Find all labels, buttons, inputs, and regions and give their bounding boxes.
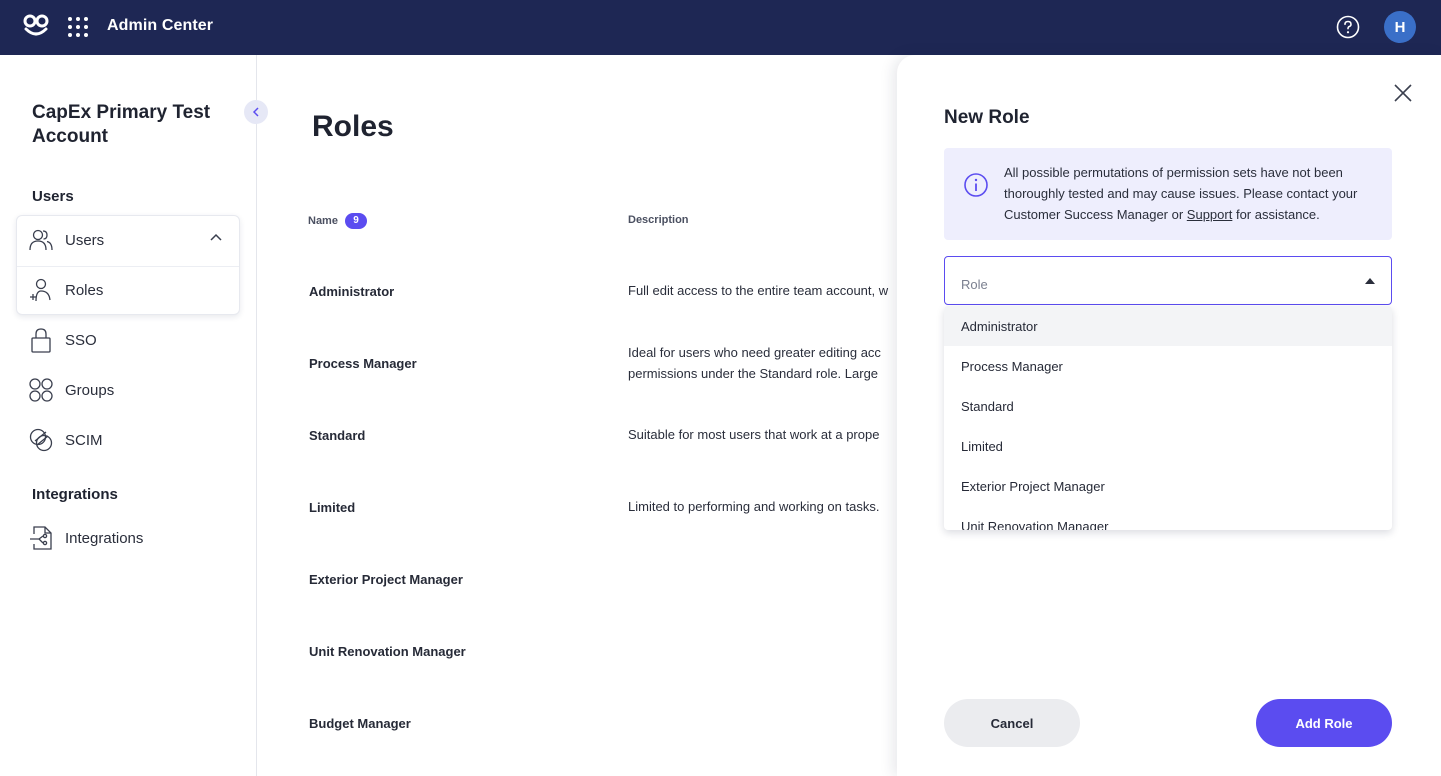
role-description: Full edit access to the entire team acco…: [628, 283, 889, 298]
column-header-name[interactable]: Name 9: [308, 213, 367, 229]
roles-icon: [28, 277, 54, 303]
chevron-left-icon: [252, 107, 259, 117]
sidebar-item-groups[interactable]: Groups: [16, 367, 240, 413]
top-bar: Admin Center H: [0, 0, 1441, 55]
role-description: permissions under the Standard role. Lar…: [628, 366, 879, 381]
add-role-button[interactable]: Add Role: [1256, 699, 1392, 747]
dropdown-option[interactable]: Process Manager: [944, 346, 1392, 386]
info-banner: All possible permutations of permission …: [944, 148, 1392, 240]
role-description: Ideal for users who need greater editing…: [628, 345, 881, 360]
avatar[interactable]: H: [1384, 11, 1416, 43]
role-dropdown-menu: Administrator Process Manager Standard L…: [944, 306, 1392, 530]
dropdown-option[interactable]: Exterior Project Manager: [944, 466, 1392, 506]
dropdown-option[interactable]: Limited: [944, 426, 1392, 466]
account-name: CapEx Primary Test Account: [32, 102, 211, 147]
sidebar-item-label: SSO: [65, 331, 97, 349]
dropdown-option[interactable]: Unit Renovation Manager: [944, 506, 1392, 531]
help-icon[interactable]: [1336, 15, 1360, 39]
integrations-icon: [28, 525, 54, 551]
column-header-label: Name: [308, 215, 338, 227]
info-text-tail: for assistance.: [1232, 207, 1320, 222]
close-icon[interactable]: [1391, 81, 1415, 105]
info-icon: [964, 173, 988, 197]
new-role-drawer: New Role All possible permutations of pe…: [897, 55, 1441, 776]
info-text: All possible permutations of permission …: [1004, 162, 1376, 225]
sidebar: CapEx Primary Test Account Users Users R…: [0, 55, 257, 776]
dropdown-option[interactable]: Administrator: [944, 306, 1392, 346]
logo-icon[interactable]: [22, 14, 50, 38]
sidebar-item-integrations[interactable]: Integrations: [16, 515, 240, 561]
cancel-button[interactable]: Cancel: [944, 699, 1080, 747]
sidebar-item-roles[interactable]: Roles: [16, 267, 240, 313]
sidebar-item-sso[interactable]: SSO: [16, 317, 240, 363]
page-title: Roles: [312, 110, 394, 143]
role-description: Suitable for most users that work at a p…: [628, 427, 880, 442]
sidebar-item-label: Users: [65, 231, 105, 249]
role-name[interactable]: Process Manager: [309, 356, 417, 371]
role-select[interactable]: Role: [944, 256, 1392, 305]
sidebar-item-users[interactable]: Users: [16, 217, 240, 263]
role-name[interactable]: Unit Renovation Manager: [309, 644, 466, 659]
users-icon: [28, 227, 54, 253]
app-title: Admin Center: [107, 17, 214, 34]
caret-up-icon: [1365, 278, 1375, 284]
count-badge: 9: [344, 213, 367, 229]
sidebar-item-label: Groups: [65, 381, 115, 399]
section-heading-integrations: Integrations: [32, 486, 118, 503]
section-heading-users: Users: [32, 188, 74, 205]
role-name[interactable]: Limited: [309, 500, 355, 515]
drawer-title: New Role: [944, 107, 1030, 128]
sidebar-item-label: Integrations: [65, 529, 144, 547]
column-header-description: Description: [628, 214, 689, 226]
role-name[interactable]: Administrator: [309, 284, 394, 299]
sidebar-item-label: Roles: [65, 281, 104, 299]
scim-icon: [28, 427, 54, 453]
app-grid-icon[interactable]: [67, 16, 89, 38]
role-name[interactable]: Exterior Project Manager: [309, 572, 463, 587]
chevron-up-icon[interactable]: [210, 233, 222, 241]
collapse-sidebar-button[interactable]: [244, 100, 268, 124]
dropdown-option[interactable]: Standard: [944, 386, 1392, 426]
groups-icon: [28, 377, 54, 403]
lock-icon: [28, 327, 54, 353]
sidebar-item-scim[interactable]: SCIM: [16, 417, 240, 463]
support-link[interactable]: Support: [1187, 207, 1233, 222]
role-select-placeholder: Role: [961, 277, 988, 292]
role-description: Limited to performing and working on tas…: [628, 499, 880, 514]
role-name[interactable]: Budget Manager: [309, 716, 411, 731]
sidebar-item-label: SCIM: [65, 431, 103, 449]
role-name[interactable]: Standard: [309, 428, 365, 443]
